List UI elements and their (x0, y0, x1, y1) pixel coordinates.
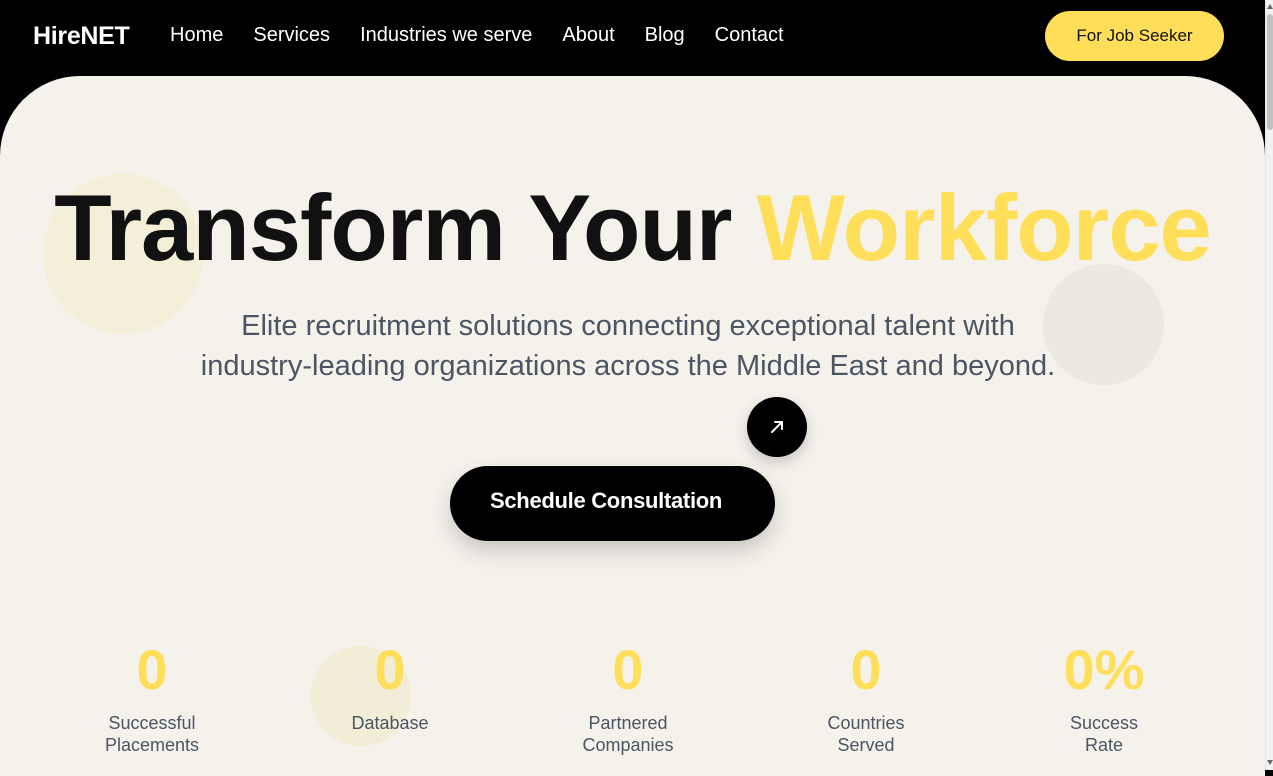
scroll-up-icon[interactable] (1267, 4, 1273, 9)
stat-value: 0% (1063, 638, 1145, 701)
nav-link-services[interactable]: Services (253, 24, 330, 47)
scroll-down-icon[interactable] (1267, 760, 1273, 765)
headline-main: Transform Your (54, 175, 732, 280)
stat-label: Successful Placements (104, 713, 200, 755)
stat-value: 0 (374, 638, 406, 701)
nav-link-contact[interactable]: Contact (715, 24, 784, 47)
stat-value: 0 (136, 638, 168, 701)
stat-label: Database (351, 713, 429, 733)
schedule-consultation-cta: Schedule Consultation (450, 466, 807, 541)
scrollbar-thumb[interactable] (1267, 14, 1273, 130)
nav-link-home[interactable]: Home (170, 24, 223, 47)
stat-success-rate: 0% Success Rate (1004, 634, 1204, 756)
job-seeker-button[interactable]: For Job Seeker (1045, 11, 1224, 61)
hero-subheading: Elite recruitment solutions connecting e… (0, 306, 1256, 386)
stat-label: Partnered Companies (582, 713, 674, 755)
hero-section: Transform Your Workforce Elite recruitme… (0, 76, 1265, 776)
brand-logo[interactable]: HireNET (33, 22, 130, 51)
cta-label: Schedule Consultation (490, 488, 723, 513)
subhead-line-1: Elite recruitment solutions connecting e… (241, 310, 1015, 342)
page-scrollbar[interactable] (1265, 0, 1273, 770)
stat-label: Countries Served (827, 713, 905, 755)
stat-database: 0 Database (290, 634, 490, 734)
stat-value: 0 (850, 638, 882, 701)
navbar: HireNET Home Services Industries we serv… (0, 0, 1265, 76)
headline-accent: Workforce (756, 175, 1212, 280)
nav-link-about[interactable]: About (562, 24, 614, 47)
arrow-up-right-icon[interactable] (747, 397, 807, 457)
nav-link-industries[interactable]: Industries we serve (360, 24, 532, 47)
stat-value: 0 (612, 638, 644, 701)
schedule-consultation-button[interactable]: Schedule Consultation (450, 466, 775, 541)
hero-headline: Transform Your Workforce (0, 174, 1265, 282)
stat-placements: 0 Successful Placements (52, 634, 252, 756)
nav-links: Home Services Industries we serve About … (170, 24, 784, 47)
stat-partnered-companies: 0 Partnered Companies (528, 634, 728, 756)
stat-label: Success Rate (1069, 713, 1139, 755)
subhead-line-2: industry-leading organizations across th… (200, 350, 1056, 382)
stat-countries: 0 Countries Served (766, 634, 966, 756)
nav-link-blog[interactable]: Blog (645, 24, 685, 47)
